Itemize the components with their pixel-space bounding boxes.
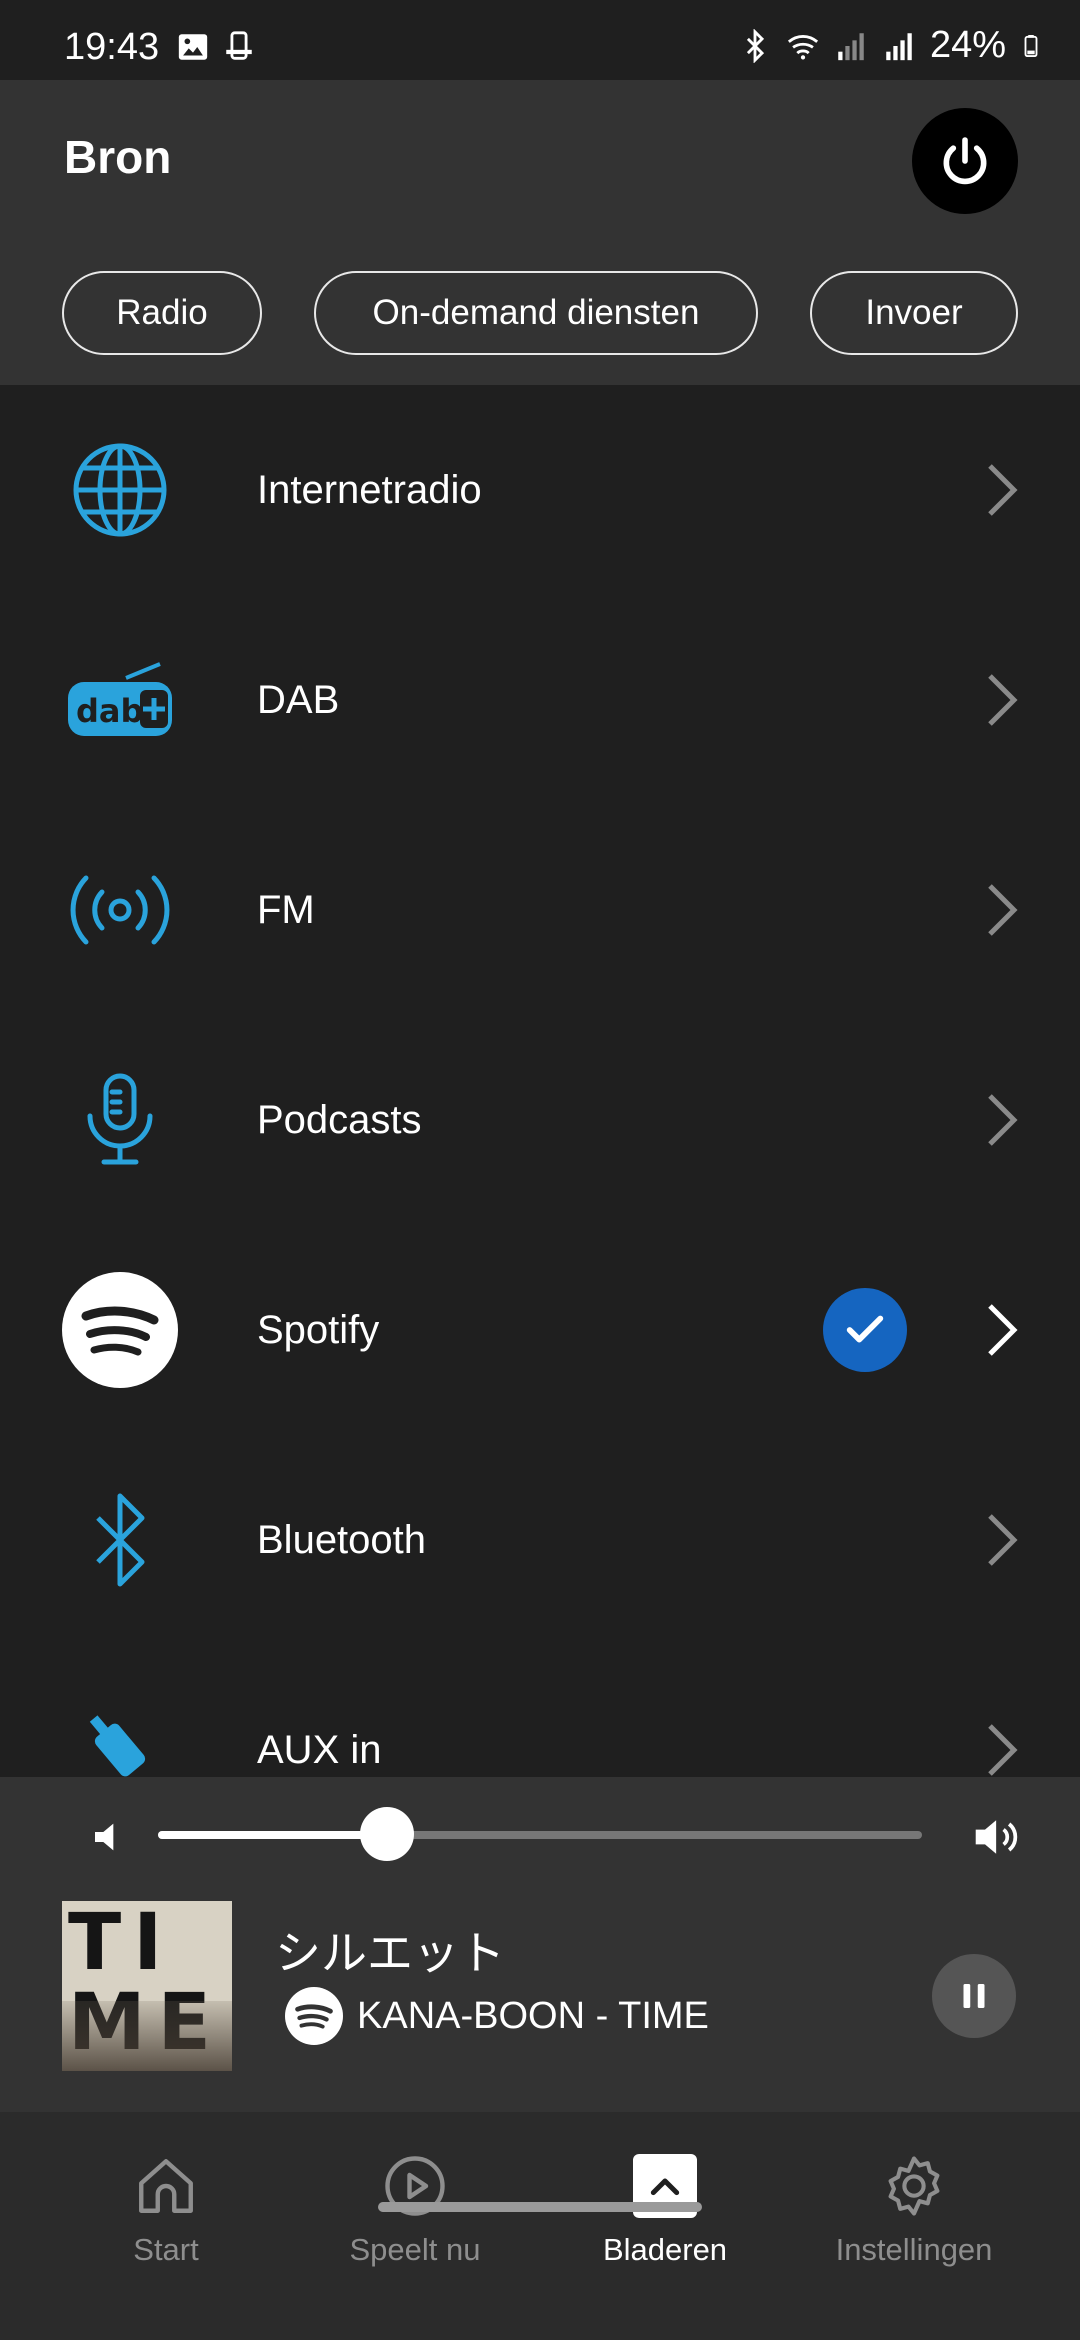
fm-broadcast-icon xyxy=(60,850,180,970)
track-title: シルエット xyxy=(275,1926,505,1980)
category-chips: Radio On-demand diensten Invoer xyxy=(62,271,1018,355)
selected-badge xyxy=(823,1288,907,1372)
status-time: 19:43 xyxy=(64,26,160,68)
signal-icon xyxy=(838,32,864,60)
battery-icon xyxy=(1024,34,1038,57)
source-label: AUX in xyxy=(257,1727,382,1772)
nav-settings[interactable]: Instellingen xyxy=(789,2152,1039,2292)
source-label: Spotify xyxy=(257,1307,380,1352)
bluetooth-icon xyxy=(746,28,765,63)
source-item-bluetooth[interactable]: Bluetooth xyxy=(0,1435,1080,1645)
track-subtitle: KANA-BOON - TIME xyxy=(285,1987,709,2045)
device-icon xyxy=(226,31,252,60)
source-item-dab[interactable]: dab DAB xyxy=(0,595,1080,805)
gear-icon xyxy=(880,2152,948,2220)
chevron-right-icon xyxy=(988,464,1018,516)
source-list: Internetradio dab DAB FM Podcasts Spotif… xyxy=(0,385,1080,1777)
chevron-right-icon xyxy=(988,1514,1018,1566)
aux-cable-icon xyxy=(60,1690,180,1777)
chevron-right-icon xyxy=(988,1304,1018,1356)
pause-icon xyxy=(963,1984,985,2008)
nav-label: Start xyxy=(133,2232,199,2267)
spotify-icon xyxy=(60,1270,180,1390)
source-label: Bluetooth xyxy=(257,1517,427,1562)
status-bar: 19:43 24% xyxy=(0,0,1080,80)
nav-browse[interactable]: Bladeren xyxy=(540,2152,790,2292)
volume-fill xyxy=(158,1831,388,1839)
nav-label: Instellingen xyxy=(835,2232,993,2267)
nav-label: Speelt nu xyxy=(349,2232,481,2267)
spotify-icon xyxy=(285,1987,343,2045)
source-label: Podcasts xyxy=(257,1097,422,1142)
home-icon xyxy=(132,2152,200,2220)
mini-player: TIME シルエット KANA-BOON - TIME xyxy=(0,1777,1080,2112)
dab-plus-icon: dab xyxy=(60,640,180,760)
chevron-right-icon xyxy=(988,1724,1018,1776)
image-icon xyxy=(178,34,208,60)
volume-slider[interactable] xyxy=(158,1807,922,1861)
signal-icon xyxy=(886,32,912,60)
source-item-fm[interactable]: FM xyxy=(0,805,1080,1015)
source-item-podcasts[interactable]: Podcasts xyxy=(0,1015,1080,1225)
bottom-navigation: Start Speelt nu Bladeren Instellingen xyxy=(0,2112,1080,2340)
home-indicator[interactable] xyxy=(378,2202,702,2212)
power-button[interactable] xyxy=(912,108,1018,214)
chip-on-demand[interactable]: On-demand diensten xyxy=(314,271,758,355)
nav-now-playing[interactable]: Speelt nu xyxy=(290,2152,540,2292)
source-item-spotify[interactable]: Spotify xyxy=(0,1225,1080,1435)
chip-radio[interactable]: Radio xyxy=(62,271,262,355)
source-label: Internetradio xyxy=(257,467,482,512)
wifi-icon xyxy=(787,34,819,59)
svg-text:dab: dab xyxy=(76,692,143,730)
page-title: Bron xyxy=(64,131,172,183)
source-header: Bron Radio On-demand diensten Invoer xyxy=(0,80,1080,385)
check-icon xyxy=(846,1315,884,1343)
status-right-icons: 24% xyxy=(738,24,1042,67)
chip-input[interactable]: Invoer xyxy=(810,271,1018,355)
bluetooth-icon xyxy=(60,1480,180,1600)
chevron-right-icon xyxy=(988,884,1018,936)
chevron-right-icon xyxy=(988,1094,1018,1146)
chevron-right-icon xyxy=(988,674,1018,726)
nav-label: Bladeren xyxy=(602,2232,728,2267)
track-artist: KANA-BOON - TIME xyxy=(357,1994,709,2037)
battery-percent: 24% xyxy=(929,24,1006,66)
source-item-aux[interactable]: AUX in xyxy=(0,1645,1080,1777)
nav-start[interactable]: Start xyxy=(41,2152,291,2292)
source-label: DAB xyxy=(257,677,340,722)
globe-icon xyxy=(60,430,180,550)
power-icon xyxy=(943,137,987,185)
volume-low-icon[interactable] xyxy=(90,1817,130,1857)
status-left-icons xyxy=(176,30,256,64)
pause-button[interactable] xyxy=(932,1954,1016,2038)
source-label: FM xyxy=(257,887,315,932)
album-art-cityscape xyxy=(62,2001,232,2071)
volume-high-icon[interactable] xyxy=(972,1813,1024,1861)
microphone-icon xyxy=(60,1060,180,1180)
album-art[interactable]: TIME xyxy=(62,1901,232,2071)
volume-thumb[interactable] xyxy=(360,1807,415,1861)
source-item-internetradio[interactable]: Internetradio xyxy=(0,385,1080,595)
